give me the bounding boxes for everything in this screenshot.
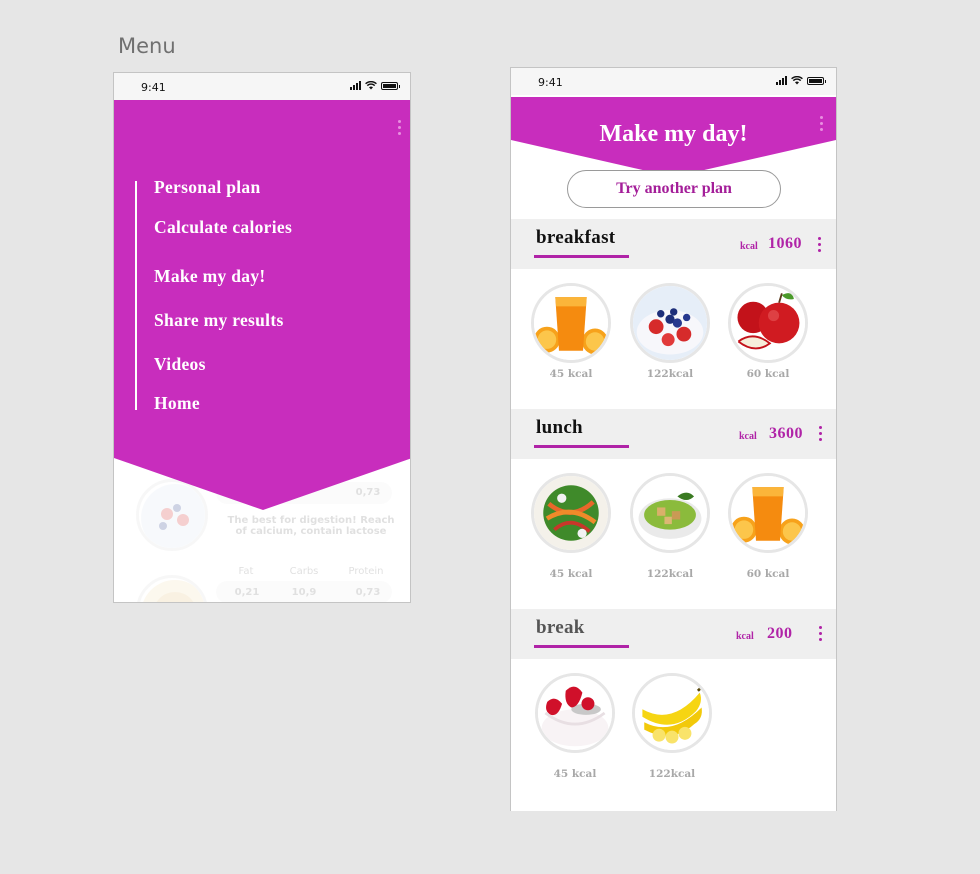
section-header-lunch: lunch kcal 3600 — [511, 409, 836, 459]
kcal-unit: kcal — [736, 631, 754, 642]
section-underline — [534, 255, 629, 258]
background-protein-label: Protein — [348, 566, 384, 577]
background-yogurt-icon — [136, 479, 208, 551]
menu-item-videos[interactable]: Videos — [154, 354, 206, 375]
kcal-unit: kcal — [740, 241, 758, 252]
more-options-icon[interactable] — [820, 116, 823, 131]
background-protein-value: 0,73 — [355, 587, 381, 598]
section-header-breakfast: breakfast kcal 1060 — [511, 219, 836, 269]
section-underline — [534, 645, 629, 648]
status-bar: 9:41 — [114, 73, 410, 100]
kcal-total: 200 — [767, 625, 793, 642]
wifi-icon — [791, 76, 803, 85]
wifi-icon — [365, 81, 377, 90]
bananas-icon — [635, 676, 709, 750]
status-time: 9:41 — [141, 81, 166, 94]
orange-juice-icon — [534, 286, 608, 360]
status-icons — [776, 76, 826, 85]
kcal-total: 1060 — [768, 235, 802, 252]
artboard-label: Menu — [118, 34, 176, 58]
menu-divider — [135, 181, 137, 410]
strawberry-yogurt-icon — [538, 676, 612, 750]
battery-icon — [381, 81, 400, 90]
food-kcal: 122kcal — [648, 768, 696, 780]
background-fat-value: 0,21 — [234, 587, 260, 598]
food-kcal: 60 kcal — [746, 568, 790, 580]
food-item[interactable] — [630, 473, 710, 553]
food-kcal: 45 kcal — [549, 368, 593, 380]
menu-screen: 9:41 0,73 The best for digestion! Reach … — [113, 72, 411, 603]
green-soup-icon — [633, 476, 707, 550]
food-kcal: 45 kcal — [553, 768, 597, 780]
food-kcal: 60 kcal — [746, 368, 790, 380]
page-title: Make my day! — [599, 121, 748, 147]
food-item[interactable] — [531, 283, 611, 363]
background-carbs-label: Carbs — [289, 566, 319, 577]
background-carbs-value: 10,9 — [291, 587, 317, 598]
background-cereal-icon — [136, 575, 208, 602]
section-options-icon[interactable] — [819, 426, 822, 441]
apples-icon — [731, 286, 805, 360]
kcal-total: 3600 — [769, 425, 803, 442]
background-description: The best for digestion! Reach of calcium… — [227, 515, 395, 537]
navigation-drawer: Personal plan Calculate calories Make my… — [114, 100, 410, 510]
section-options-icon[interactable] — [818, 237, 821, 252]
food-kcal: 45 kcal — [549, 568, 593, 580]
signal-icon — [350, 81, 361, 90]
section-title: lunch — [536, 417, 583, 438]
section-title: break — [536, 617, 585, 638]
food-item[interactable] — [728, 473, 808, 553]
menu-item-home[interactable]: Home — [154, 393, 200, 414]
food-item[interactable] — [632, 673, 712, 753]
food-kcal: 122kcal — [646, 568, 694, 580]
food-item[interactable] — [535, 673, 615, 753]
food-item[interactable] — [531, 473, 611, 553]
menu-item-personal-plan[interactable]: Personal plan — [154, 177, 260, 198]
food-kcal: 122kcal — [646, 368, 694, 380]
status-bar: 9:41 — [511, 68, 836, 95]
background-fat-label: Fat — [238, 566, 254, 577]
section-underline — [534, 445, 629, 448]
kcal-unit: kcal — [739, 431, 757, 442]
menu-item-share-my-results[interactable]: Share my results — [154, 310, 284, 331]
section-title: breakfast — [536, 227, 616, 248]
signal-icon — [776, 76, 787, 85]
make-my-day-screen: 9:41 Make my day! Try another plan break… — [510, 67, 837, 811]
status-time: 9:41 — [538, 76, 563, 89]
orange-juice-icon — [731, 476, 805, 550]
more-options-icon[interactable] — [398, 120, 401, 135]
try-another-plan-button[interactable]: Try another plan — [567, 170, 781, 208]
section-options-icon[interactable] — [819, 626, 822, 641]
battery-icon — [807, 76, 826, 85]
section-header-break: break kcal 200 — [511, 609, 836, 659]
status-icons — [350, 81, 400, 90]
menu-item-make-my-day[interactable]: Make my day! — [154, 266, 266, 287]
menu-item-calculate-calories[interactable]: Calculate calories — [154, 217, 292, 238]
background-macro-value: 0,73 — [355, 487, 381, 498]
food-item[interactable] — [630, 283, 710, 363]
berry-yogurt-icon — [633, 286, 707, 360]
food-item[interactable] — [728, 283, 808, 363]
vegetable-salad-icon — [534, 476, 608, 550]
